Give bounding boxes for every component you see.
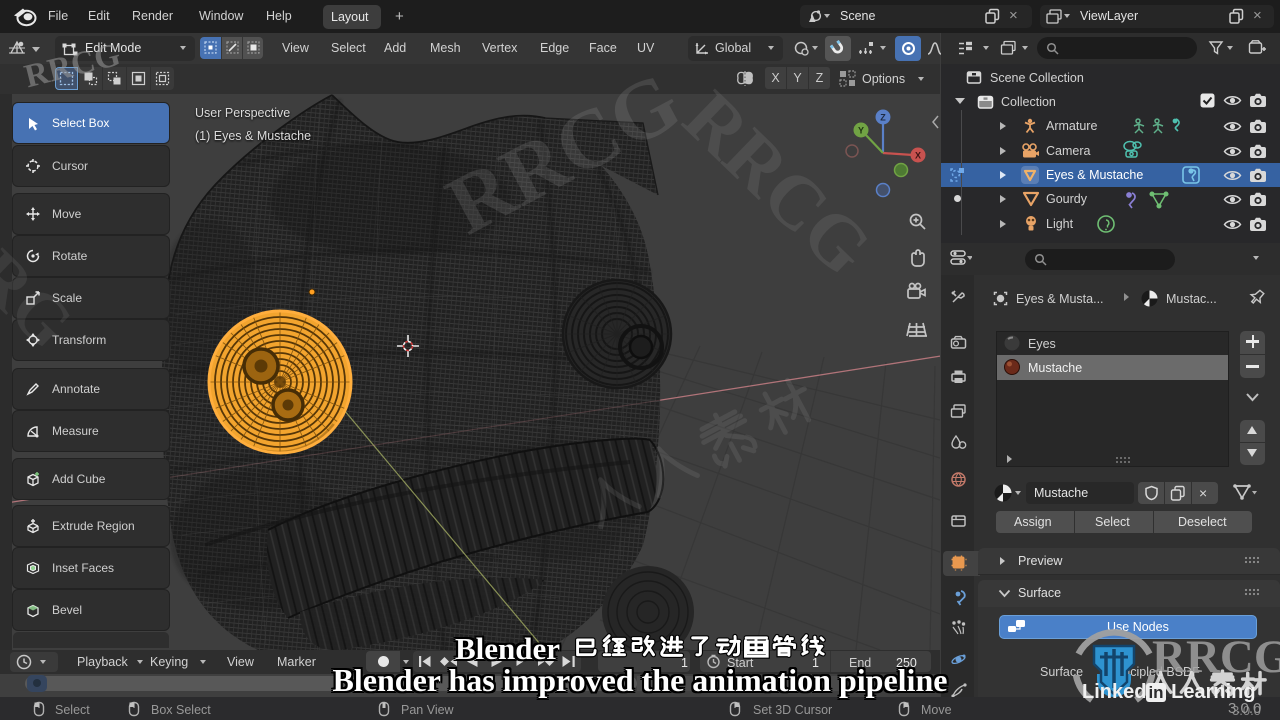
svg-text:Y: Y: [858, 126, 864, 136]
svg-text:X: X: [915, 151, 921, 161]
svg-text:Z: Z: [880, 113, 886, 123]
